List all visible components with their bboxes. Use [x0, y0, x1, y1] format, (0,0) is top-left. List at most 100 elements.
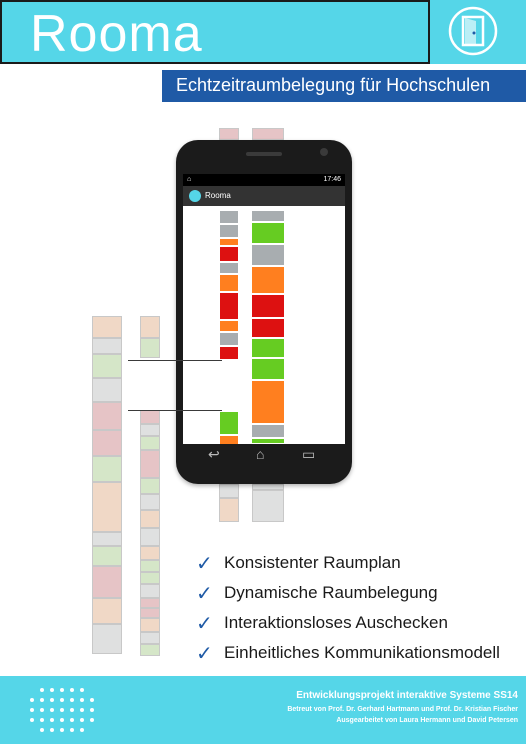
room-slot — [251, 222, 285, 244]
dot — [40, 718, 44, 722]
footer-supervisors: Betreut von Prof. Dr. Gerhard Hartmann u… — [287, 706, 518, 713]
app-logo-icon — [189, 190, 201, 202]
room-slot — [251, 358, 285, 380]
room-slot — [219, 210, 239, 224]
room-slot — [251, 244, 285, 266]
room-slot — [140, 436, 160, 450]
footer-authors: Ausgearbeitet von Laura Hermann und Davi… — [336, 717, 518, 724]
room-slot — [92, 316, 122, 338]
title-box: Rooma — [0, 0, 430, 64]
room-slot — [219, 346, 239, 360]
room-slot — [92, 598, 122, 624]
feature-text: Konsistenter Raumplan — [224, 553, 401, 572]
dot — [90, 698, 94, 702]
room-slot — [219, 292, 239, 320]
room-slot — [251, 338, 285, 358]
room-slot — [92, 482, 122, 532]
dot — [60, 728, 64, 732]
dot — [70, 708, 74, 712]
dot — [40, 728, 44, 732]
room-slot — [92, 456, 122, 482]
room-slot — [140, 560, 160, 572]
dot — [50, 718, 54, 722]
app-title: Rooma — [30, 5, 203, 63]
room-slot — [140, 618, 160, 632]
dot — [80, 688, 84, 692]
dot — [50, 688, 54, 692]
home-status-icon: ⌂ — [187, 176, 192, 183]
room-slot — [252, 490, 284, 522]
room-slot — [92, 624, 122, 654]
dot — [30, 708, 34, 712]
room-slot — [92, 566, 122, 598]
subtitle: Echtzeitraumbelegung für Hochschulen — [176, 75, 491, 95]
dot — [60, 708, 64, 712]
footer-project: Entwicklungsprojekt interaktive Systeme … — [296, 690, 518, 701]
room-slot — [140, 608, 160, 618]
room-slot — [92, 338, 122, 354]
app-action-title: Rooma — [205, 191, 231, 200]
dot — [40, 698, 44, 702]
room-slot — [140, 410, 160, 424]
room-slot — [92, 354, 122, 378]
dot — [70, 698, 74, 702]
room-slot — [219, 332, 239, 346]
status-bar: ⌂ 17:46 — [183, 174, 345, 186]
dot-grid-decoration — [30, 688, 100, 734]
recent-apps-icon[interactable]: ▭ — [302, 446, 315, 462]
room-slot — [251, 294, 285, 318]
room-slot — [92, 402, 122, 430]
room-slot — [219, 411, 239, 435]
dot — [30, 718, 34, 722]
room-slot — [219, 274, 239, 292]
dot — [90, 718, 94, 722]
dot — [50, 728, 54, 732]
room-slot — [140, 316, 160, 338]
check-icon: ✓ — [196, 551, 213, 575]
phone-screen: ⌂ 17:46 Rooma — [183, 174, 345, 444]
connector-line — [128, 410, 222, 411]
dot — [50, 698, 54, 702]
dot — [90, 708, 94, 712]
room-slot — [140, 510, 160, 528]
home-icon[interactable]: ⌂ — [256, 446, 264, 462]
room-slot — [92, 430, 122, 456]
room-slot — [251, 380, 285, 424]
door-icon — [448, 6, 498, 56]
dot — [50, 708, 54, 712]
room-slot — [140, 494, 160, 510]
room-slot — [251, 318, 285, 338]
phone-mockup: ⌂ 17:46 Rooma ↩ ⌂ ▭ — [176, 140, 352, 484]
room-slot — [251, 210, 285, 222]
room-slot — [252, 128, 284, 140]
room-slot — [140, 338, 160, 358]
room-slot — [92, 532, 122, 546]
dot — [70, 718, 74, 722]
back-icon[interactable]: ↩ — [208, 446, 220, 462]
room-slot — [140, 450, 160, 478]
room-slot — [219, 262, 239, 274]
app-action-bar[interactable]: Rooma — [183, 186, 345, 206]
room-slot — [140, 478, 160, 494]
room-slot — [140, 632, 160, 644]
room-slot — [140, 584, 160, 598]
room-slot — [219, 128, 239, 140]
room-slot — [251, 438, 285, 444]
subtitle-bar: Echtzeitraumbelegung für Hochschulen — [162, 70, 526, 102]
room-slot — [140, 572, 160, 584]
room-slot — [219, 320, 239, 332]
phone-camera — [320, 148, 328, 156]
dot — [80, 708, 84, 712]
check-icon: ✓ — [196, 641, 213, 665]
feature-text: Dynamische Raumbelegung — [224, 583, 438, 602]
room-slot — [219, 246, 239, 262]
room-slot — [219, 484, 239, 498]
dot — [60, 688, 64, 692]
dot — [60, 698, 64, 702]
dot — [70, 688, 74, 692]
check-icon: ✓ — [196, 611, 213, 635]
room-slot — [219, 498, 239, 522]
room-slot — [140, 528, 160, 546]
phone-speaker — [246, 152, 282, 156]
status-time: 17:46 — [323, 176, 341, 183]
